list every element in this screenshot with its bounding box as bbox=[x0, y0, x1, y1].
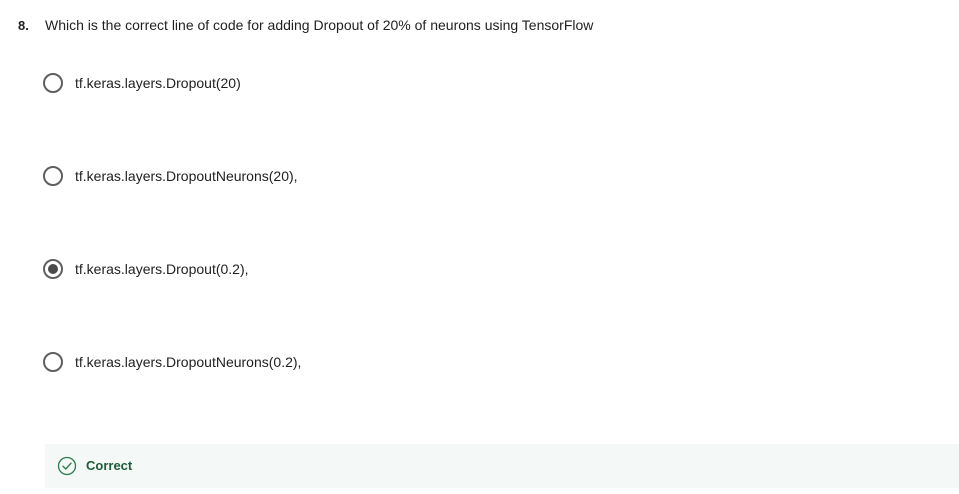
radio-button-selected[interactable] bbox=[43, 259, 63, 279]
option-label: tf.keras.layers.DropoutNeurons(20), bbox=[75, 168, 298, 184]
radio-button-unselected[interactable] bbox=[43, 73, 63, 93]
feedback-status: Correct bbox=[86, 458, 133, 473]
radio-button-unselected[interactable] bbox=[43, 166, 63, 186]
option-label: tf.keras.layers.Dropout(0.2), bbox=[75, 261, 249, 277]
question-text: Which is the correct line of code for ad… bbox=[45, 17, 594, 33]
option-dropout-0-2[interactable]: tf.keras.layers.Dropout(0.2), bbox=[43, 259, 743, 281]
option-dropoutneurons-20[interactable]: tf.keras.layers.DropoutNeurons(20), bbox=[43, 166, 743, 188]
question-number: 8. bbox=[18, 18, 29, 33]
option-label: tf.keras.layers.Dropout(20) bbox=[75, 75, 241, 91]
option-dropout-20[interactable]: tf.keras.layers.Dropout(20) bbox=[43, 73, 743, 95]
radio-button-unselected[interactable] bbox=[43, 352, 63, 372]
check-circle-icon bbox=[57, 456, 77, 476]
feedback-banner: Correct bbox=[45, 444, 959, 488]
question-header: 8. Which is the correct line of code for… bbox=[18, 15, 948, 37]
option-label: tf.keras.layers.DropoutNeurons(0.2), bbox=[75, 354, 302, 370]
option-dropoutneurons-0-2[interactable]: tf.keras.layers.DropoutNeurons(0.2), bbox=[43, 352, 743, 374]
